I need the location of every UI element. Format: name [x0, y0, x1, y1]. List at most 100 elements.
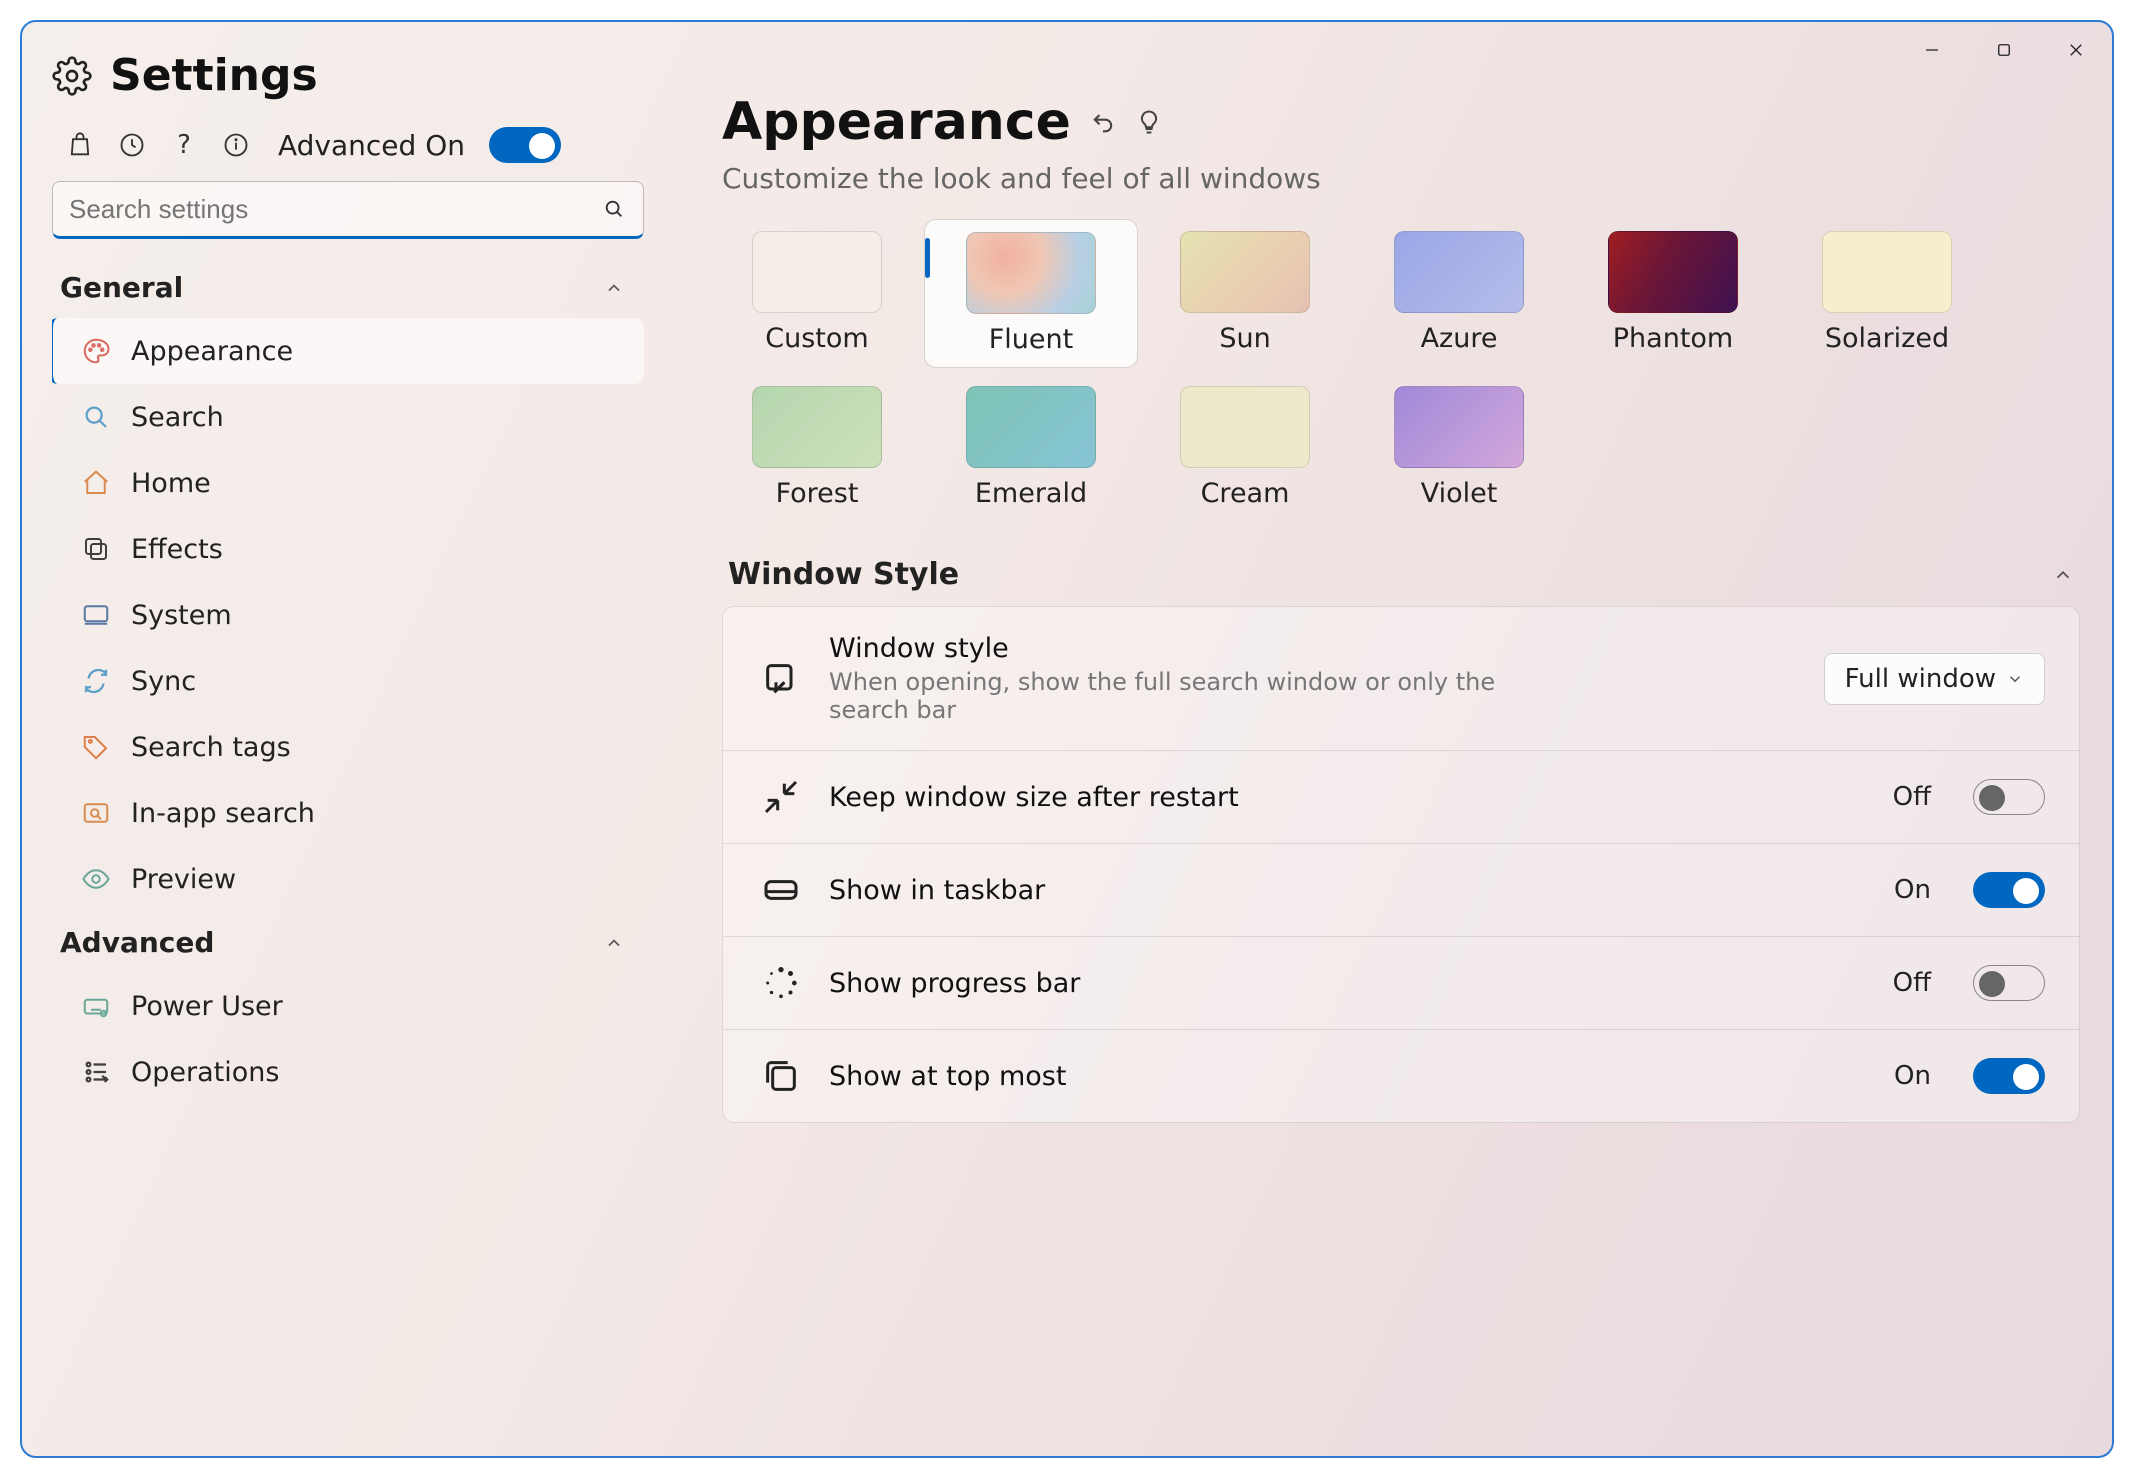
dropdown-value: Full window — [1845, 664, 1996, 694]
window-style-dropdown[interactable]: Full window — [1824, 653, 2045, 705]
app-title: Settings — [110, 50, 318, 101]
theme-swatch — [1822, 231, 1952, 313]
sidebar-item-label: In-app search — [131, 798, 315, 829]
maximize-button[interactable] — [1968, 22, 2040, 78]
nav-group-label: Advanced — [60, 926, 214, 959]
theme-sun[interactable]: Sun — [1150, 231, 1340, 356]
page-title: Appearance — [722, 92, 1071, 152]
chevron-up-icon — [604, 278, 624, 298]
palette-icon — [81, 336, 111, 366]
theme-label: Sun — [1219, 323, 1270, 354]
setting-row-keep-window-size-after-restart: Keep window size after restartOff — [723, 751, 2079, 844]
setting-title: Show at top most — [829, 1061, 1866, 1092]
setting-description: When opening, show the full search windo… — [829, 668, 1529, 724]
theme-swatch — [1180, 386, 1310, 468]
help-icon[interactable]: ? — [170, 131, 198, 159]
minimize-button[interactable] — [1896, 22, 1968, 78]
theme-violet[interactable]: Violet — [1364, 386, 1554, 509]
theme-swatch — [966, 232, 1096, 314]
theme-swatch — [752, 231, 882, 313]
theme-label: Emerald — [975, 478, 1087, 509]
theme-cream[interactable]: Cream — [1150, 386, 1340, 509]
search-box[interactable] — [52, 181, 644, 239]
theme-forest[interactable]: Forest — [722, 386, 912, 509]
toggle-state-label: On — [1894, 875, 1931, 905]
toggle[interactable] — [1973, 872, 2045, 908]
chevron-down-icon — [2006, 670, 2024, 688]
main-content: Appearance Customize the look and feel o… — [722, 92, 2080, 1456]
advanced-toggle-label: Advanced On — [278, 129, 465, 162]
toggle[interactable] — [1973, 1058, 2045, 1094]
theme-emerald[interactable]: Emerald — [936, 386, 1126, 509]
theme-grid: CustomFluentSunAzurePhantomSolarizedFore… — [722, 231, 2080, 509]
theme-swatch — [966, 386, 1096, 468]
toggle-state-label: On — [1894, 1061, 1931, 1091]
sidebar-item-label: Search — [131, 402, 224, 433]
nav-group-advanced[interactable]: Advanced — [52, 912, 644, 973]
lightbulb-icon[interactable] — [1135, 108, 1163, 136]
window-style-icon — [761, 659, 801, 699]
theme-fluent[interactable]: Fluent — [924, 219, 1138, 368]
theme-swatch — [1180, 231, 1310, 313]
sidebar-item-sync[interactable]: Sync — [52, 648, 644, 714]
sync-icon — [81, 666, 111, 696]
sidebar-item-search-tags[interactable]: Search tags — [52, 714, 644, 780]
setting-row-show-in-taskbar: Show in taskbarOn — [723, 844, 2079, 937]
page-subtitle: Customize the look and feel of all windo… — [722, 162, 2080, 195]
theme-custom[interactable]: Custom — [722, 231, 912, 356]
theme-label: Cream — [1201, 478, 1290, 509]
sidebar-item-label: Appearance — [131, 336, 293, 367]
close-button[interactable] — [2040, 22, 2112, 78]
sidebar-item-system[interactable]: System — [52, 582, 644, 648]
toggle[interactable] — [1973, 965, 2045, 1001]
undo-icon[interactable] — [1089, 108, 1117, 136]
tag-icon — [81, 732, 111, 762]
sidebar-item-search[interactable]: Search — [52, 384, 644, 450]
theme-swatch — [752, 386, 882, 468]
inapp-icon — [81, 798, 111, 828]
sidebar-item-in-app-search[interactable]: In-app search — [52, 780, 644, 846]
sidebar-item-preview[interactable]: Preview — [52, 846, 644, 912]
sidebar-item-label: System — [131, 600, 232, 631]
gear-icon — [52, 56, 92, 96]
sidebar-item-power-user[interactable]: Power User — [52, 973, 644, 1039]
theme-swatch — [1608, 231, 1738, 313]
nav-group-general[interactable]: General — [52, 257, 644, 318]
sidebar-item-home[interactable]: Home — [52, 450, 644, 516]
settings-card: Window style When opening, show the full … — [722, 606, 2080, 1123]
search-icon — [603, 198, 625, 220]
search-input[interactable] — [67, 193, 603, 226]
search-icon — [81, 402, 111, 432]
setting-title: Show progress bar — [829, 968, 1865, 999]
bag-icon[interactable] — [66, 131, 94, 159]
effects-icon — [81, 534, 111, 564]
info-icon[interactable] — [222, 131, 250, 159]
taskbar-icon — [761, 870, 801, 910]
theme-solarized[interactable]: Solarized — [1792, 231, 1982, 356]
toggle[interactable] — [1973, 779, 2045, 815]
setting-title: Window style — [829, 633, 1796, 664]
advanced-toggle[interactable] — [489, 127, 561, 163]
sidebar-item-appearance[interactable]: Appearance — [52, 318, 644, 384]
theme-label: Solarized — [1825, 323, 1949, 354]
sidebar-item-operations[interactable]: Operations — [52, 1039, 644, 1105]
keyboard-icon — [81, 991, 111, 1021]
sidebar-item-label: Home — [131, 468, 211, 499]
setting-row-show-progress-bar: Show progress barOff — [723, 937, 2079, 1030]
eye-icon — [81, 864, 111, 894]
section-window-style[interactable]: Window Style — [728, 557, 2074, 592]
app-title-row: Settings — [52, 50, 644, 101]
shrink-icon — [761, 777, 801, 817]
settings-window: Settings ? Advanced On General Appearanc… — [20, 20, 2114, 1458]
sidebar-item-effects[interactable]: Effects — [52, 516, 644, 582]
history-icon[interactable] — [118, 131, 146, 159]
chevron-up-icon — [604, 933, 624, 953]
theme-swatch — [1394, 386, 1524, 468]
theme-azure[interactable]: Azure — [1364, 231, 1554, 356]
theme-phantom[interactable]: Phantom — [1578, 231, 1768, 356]
sidebar: Settings ? Advanced On General Appearanc… — [22, 22, 672, 1456]
sidebar-item-label: Power User — [131, 991, 283, 1022]
nav-group-label: General — [60, 271, 183, 304]
sidebar-item-label: Preview — [131, 864, 236, 895]
window-controls — [1896, 22, 2112, 78]
